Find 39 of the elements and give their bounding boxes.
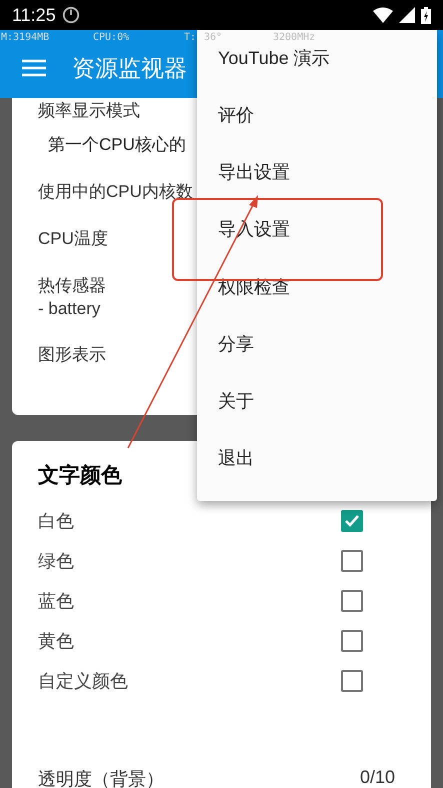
- option-label: 白色: [38, 510, 74, 533]
- option-label: 蓝色: [38, 590, 74, 613]
- monitor-reading: M:3194MB: [0, 32, 50, 42]
- monitor-reading: CPU:0%: [93, 32, 130, 42]
- section-title: 文字颜色: [38, 462, 122, 489]
- setting-label: 热传感器: [38, 275, 106, 297]
- checkbox[interactable]: [341, 590, 363, 612]
- check-icon: [344, 514, 360, 528]
- setting-label: 图形表示: [38, 344, 106, 366]
- setting-label: 使用中的CPU内核数: [38, 181, 193, 203]
- monitor-reading: 3200MHz: [273, 32, 316, 42]
- checkbox[interactable]: [341, 630, 363, 652]
- menu-item[interactable]: 关于: [197, 386, 437, 415]
- option-label: 黄色: [38, 630, 74, 653]
- menu-item[interactable]: 导出设置: [197, 158, 437, 186]
- monitor-reading: T:: [184, 32, 198, 42]
- clock-time: 11:25: [12, 4, 56, 26]
- setting-label: 频率显示模式: [38, 100, 140, 122]
- option-label: 自定义颜色: [38, 670, 128, 693]
- menu-item[interactable]: YouTube 演示: [197, 44, 437, 72]
- menu-item[interactable]: 分享: [197, 330, 437, 358]
- setting-label: CPU温度: [38, 228, 108, 250]
- menu-item[interactable]: 评价: [197, 101, 437, 130]
- setting-label: 透明度（背景）: [38, 768, 164, 788]
- setting-value: 0/10: [360, 767, 395, 788]
- wifi-icon: [373, 7, 393, 23]
- signal-icon: [399, 7, 415, 23]
- setting-value: 第一个CPU核心的: [48, 134, 186, 156]
- monitor-reading: 36°: [204, 32, 224, 42]
- checkbox[interactable]: [341, 670, 363, 692]
- clock-icon: [62, 6, 80, 24]
- option-label: 绿色: [38, 550, 74, 573]
- checkbox[interactable]: [341, 510, 363, 532]
- menu-icon[interactable]: [22, 59, 46, 77]
- menu-item[interactable]: 退出: [197, 444, 437, 472]
- setting-label: - battery: [38, 299, 100, 319]
- checkbox[interactable]: [341, 550, 363, 572]
- app-title: 资源监视器: [72, 54, 187, 82]
- battery-icon: [421, 6, 431, 24]
